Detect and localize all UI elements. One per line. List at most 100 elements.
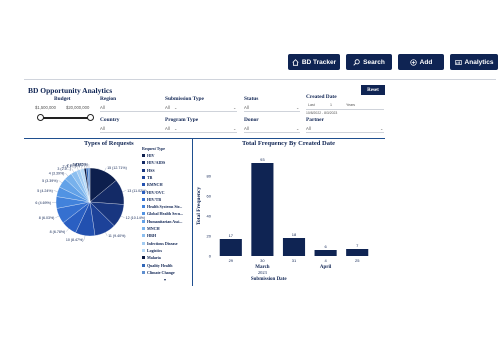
legend-item[interactable]: Climate Change [142,270,175,275]
bar[interactable] [251,163,274,256]
bar-data-label: 7 [356,243,359,248]
chevron-down-icon[interactable]: ⌄ [174,126,177,131]
submission-type-select[interactable]: All [165,105,170,110]
legend-item[interactable]: RMNCH [142,182,163,187]
chevron-down-icon[interactable]: ⌄ [174,105,177,110]
donor-select[interactable]: All [244,126,249,131]
legend-swatch [142,183,145,187]
status-label: Status [244,96,259,102]
top-nav: BD Tracker Search Add Analytics [288,54,498,70]
legend-label: Infectious Disease [147,240,178,246]
legend-label: TB [147,174,153,180]
pie-leader-line [58,180,63,183]
search-button[interactable]: Search [346,54,392,70]
analytics-button[interactable]: Analytics [450,54,498,70]
add-button[interactable]: Add [398,54,444,70]
x-tick-label: 30 [260,258,265,263]
chevron-down-icon[interactable]: ▾ [164,277,166,282]
legend-swatch [142,241,145,245]
chevron-down-icon[interactable]: ⌄ [233,105,236,110]
legend-item[interactable]: Malaria [142,255,161,260]
legend-swatch [142,197,145,201]
legend-item[interactable]: HSS [142,168,155,173]
legend-swatch [142,190,145,194]
budget-min: $1,500,000 [35,105,56,110]
pie-leader-line [122,190,127,192]
legend-label: Health Systems Str... [147,204,183,210]
submission-type-label: Submission Type [165,96,204,102]
bd-tracker-button[interactable]: BD Tracker [288,54,340,70]
chevron-down-icon[interactable]: ⌄ [380,126,383,131]
legend-swatch [142,227,145,230]
pie-data-label: 1 (0.85%) [72,162,88,166]
created-date-count[interactable]: 1 [330,103,332,107]
bar[interactable] [282,238,306,256]
donor-label: Donor [244,117,259,123]
legend-item[interactable]: Humanitarian Assi... [142,219,182,224]
legend-swatch [142,263,145,267]
budget-max: $20,000,000 [66,105,90,110]
program-type-select[interactable]: All [165,126,170,131]
y-tick-label: 0 [209,253,212,258]
legend-item[interactable]: MNCH [142,226,160,231]
legend-item[interactable]: HIV [142,153,155,158]
budget-slider-max-handle[interactable] [87,114,94,121]
pie-legend-title: Request Type [142,146,165,151]
region-select[interactable]: All [100,105,105,110]
legend-item[interactable]: HIV/TB [142,197,161,202]
analytics-label: Analytics [464,58,494,66]
status-underline [244,111,300,112]
add-label: Add [419,58,433,66]
legend-item[interactable]: HIV/OVC [142,190,165,195]
dashboard-panel: BD Opportunity Analytics Reset Budget $1… [24,79,496,286]
legend-item[interactable]: Quality Health [142,263,172,268]
pie-leader-line [53,190,58,192]
bar-chart[interactable]: 02040608017299330183164725March April2023… [193,148,385,286]
y-tick-label: 60 [207,193,212,198]
y-axis-label: Total Frequency [196,187,202,226]
legend-label: Global Health Secu... [147,211,184,217]
legend-item[interactable]: Logistics [142,248,162,253]
legend-swatch [142,168,145,172]
partner-select[interactable]: All [306,126,311,131]
pie-data-label: 15 (12.71%) [107,166,127,170]
legend-item[interactable]: Infectious Disease [142,241,178,246]
x-month-label: April [320,265,332,270]
submission-type-underline [165,111,237,112]
chevron-down-icon[interactable]: ⌄ [233,126,236,131]
legend-item[interactable]: HRH [142,233,156,238]
country-select[interactable]: All [100,126,105,131]
legend-item[interactable]: HIV/AIDS [142,160,165,165]
pie-data-label: 4 (3.39%) [49,171,65,175]
budget-slider-track[interactable] [40,117,90,119]
bar[interactable] [346,249,369,256]
legend-swatch [142,154,145,157]
legend-swatch [142,205,145,209]
created-date-underline [306,109,384,110]
created-date-unit[interactable]: Years [346,103,355,107]
budget-label: Budget [54,96,71,102]
plus-icon [410,58,417,66]
x-year-label: 2023 [258,270,268,275]
legend-swatch [142,161,145,165]
legend-item[interactable]: TB [142,175,152,180]
reset-button[interactable]: Reset [361,85,385,95]
created-date-mode[interactable]: Last [308,103,315,107]
status-select[interactable]: All [244,105,249,110]
legend-label: HIV/OVC [147,189,165,195]
x-tick-label: 31 [292,258,297,263]
budget-slider-min-handle[interactable] [37,114,44,121]
pie-leader-line [84,235,86,240]
pie-data-label: 5 (4.24%) [37,189,53,193]
pie-leader-line [71,168,74,173]
legend-swatch [142,212,145,216]
bar[interactable] [314,250,337,256]
chevron-down-icon[interactable]: ⌄ [296,105,299,110]
chevron-down-icon[interactable]: ⌄ [296,126,299,131]
created-date-label: Created Date [306,94,337,100]
bar[interactable] [219,239,242,256]
legend-swatch [142,234,145,238]
legend-item[interactable]: Global Health Secu... [142,211,183,216]
pie-leader-line [66,228,69,232]
legend-item[interactable]: Health Systems Str... [142,204,182,209]
